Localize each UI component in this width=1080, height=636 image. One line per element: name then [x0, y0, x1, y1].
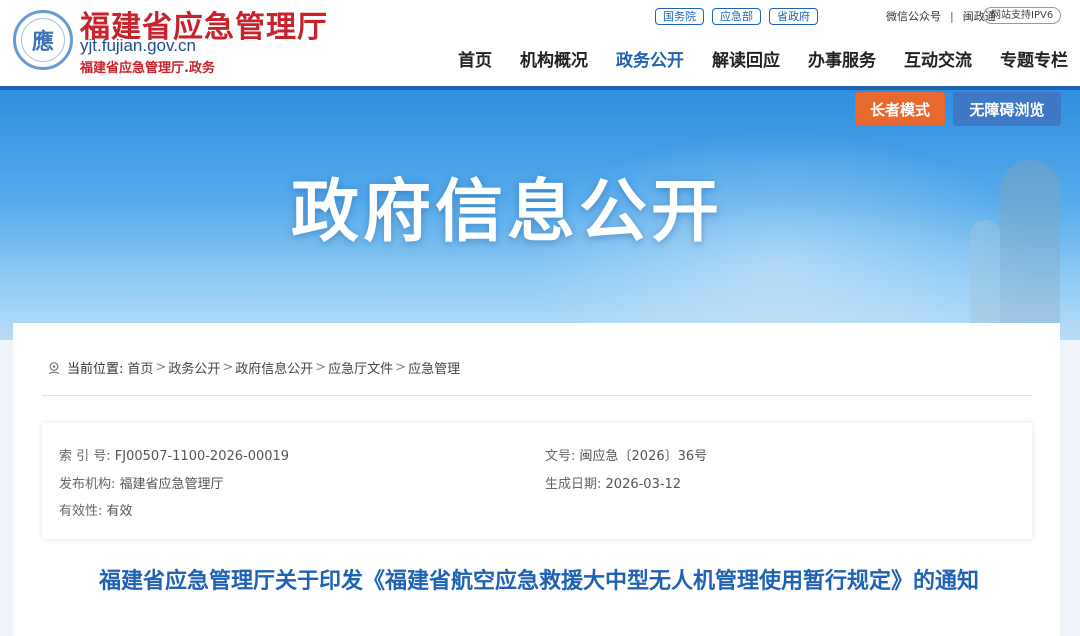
- nav-item-topics[interactable]: 专题专栏: [1000, 46, 1068, 71]
- site-subtitle: 福建省应急管理厅.政务: [80, 61, 215, 76]
- breadcrumb-sep: >: [222, 360, 234, 375]
- meta-publisher: 发布机构: 福建省应急管理厅: [59, 473, 224, 492]
- meta-date-value: 2026-03-12: [605, 477, 682, 492]
- site-domain: yjt.fujian.gov.cn: [80, 36, 196, 55]
- site-header: 應 福建省应急管理厅 yjt.fujian.gov.cn 福建省应急管理厅.政务…: [0, 0, 1080, 86]
- banner-title: 政府信息公开: [291, 173, 724, 252]
- meta-publisher-value: 福建省应急管理厅: [119, 477, 224, 492]
- breadcrumb-dept-files[interactable]: 应急厅文件: [328, 358, 393, 377]
- link-state-council[interactable]: 国务院: [655, 7, 704, 25]
- top-links: 国务院 应急部 省政府 微信公众号 | 闽政通: [655, 7, 996, 25]
- link-mem[interactable]: 应急部: [712, 7, 761, 25]
- banner-tower-decoration: [970, 220, 1000, 340]
- nav-item-services[interactable]: 办事服务: [808, 46, 876, 71]
- meta-date-label: 生成日期:: [545, 477, 602, 492]
- breadcrumb-sep: >: [315, 360, 327, 375]
- link-provincial-gov[interactable]: 省政府: [769, 7, 818, 25]
- link-wechat[interactable]: 微信公众号: [886, 8, 941, 24]
- nav-item-gov-affairs[interactable]: 政务公开: [616, 46, 684, 71]
- content-card: 当前位置: 首页 > 政务公开 > 政府信息公开 > 应急厅文件 > 应急管理 …: [13, 323, 1060, 636]
- accessibility-button[interactable]: 无障碍浏览: [953, 92, 1061, 126]
- breadcrumb: 当前位置: 首页 > 政务公开 > 政府信息公开 > 应急厅文件 > 应急管理: [47, 358, 460, 377]
- meta-index-label: 索 引 号:: [59, 449, 111, 464]
- document-meta-panel: 索 引 号: FJ00507-1100-2026-00019 文号: 闽应急〔2…: [42, 423, 1032, 539]
- top-link-separator: |: [950, 9, 954, 23]
- breadcrumb-divider: [42, 395, 1032, 396]
- meta-validity-label: 有效性:: [59, 504, 103, 519]
- document-title: 福建省应急管理厅关于印发《福建省航空应急救援大中型无人机管理使用暂行规定》的通知: [98, 569, 979, 594]
- elder-mode-button[interactable]: 长者模式: [855, 92, 945, 126]
- ipv6-badge: 网站支持IPV6: [983, 7, 1062, 24]
- nav-item-home[interactable]: 首页: [458, 46, 492, 71]
- emblem-char: 應: [21, 18, 65, 62]
- nav-item-interpretation[interactable]: 解读回应: [712, 46, 780, 71]
- meta-validity: 有效性: 有效: [59, 500, 133, 519]
- meta-doc-no-value: 闽应急〔2026〕36号: [579, 449, 708, 464]
- meta-index-value: FJ00507-1100-2026-00019: [114, 449, 290, 464]
- emblem-logo-icon[interactable]: 應: [13, 10, 73, 70]
- meta-index: 索 引 号: FJ00507-1100-2026-00019: [59, 445, 289, 464]
- breadcrumb-emergency-mgmt[interactable]: 应急管理: [408, 358, 460, 377]
- breadcrumb-home[interactable]: 首页: [127, 358, 153, 377]
- banner: 政府信息公开 长者模式 无障碍浏览: [0, 90, 1080, 340]
- nav-item-interaction[interactable]: 互动交流: [904, 46, 972, 71]
- nav-item-about[interactable]: 机构概况: [520, 46, 588, 71]
- meta-validity-value: 有效: [106, 504, 133, 519]
- location-pin-icon: [48, 361, 60, 374]
- meta-date: 生成日期: 2026-03-12: [545, 473, 681, 492]
- main-nav: 首页 机构概况 政务公开 解读回应 办事服务 互动交流 专题专栏: [430, 46, 1068, 71]
- meta-doc-no-label: 文号:: [545, 449, 576, 464]
- breadcrumb-label: 当前位置:: [67, 362, 124, 377]
- breadcrumb-gov-info[interactable]: 政府信息公开: [235, 358, 313, 377]
- meta-publisher-label: 发布机构:: [59, 477, 116, 492]
- breadcrumb-sep: >: [155, 360, 167, 375]
- banner-statue-decoration: [1000, 160, 1060, 340]
- breadcrumb-sep: >: [395, 360, 407, 375]
- meta-doc-no: 文号: 闽应急〔2026〕36号: [545, 445, 707, 464]
- breadcrumb-gov-affairs[interactable]: 政务公开: [168, 358, 220, 377]
